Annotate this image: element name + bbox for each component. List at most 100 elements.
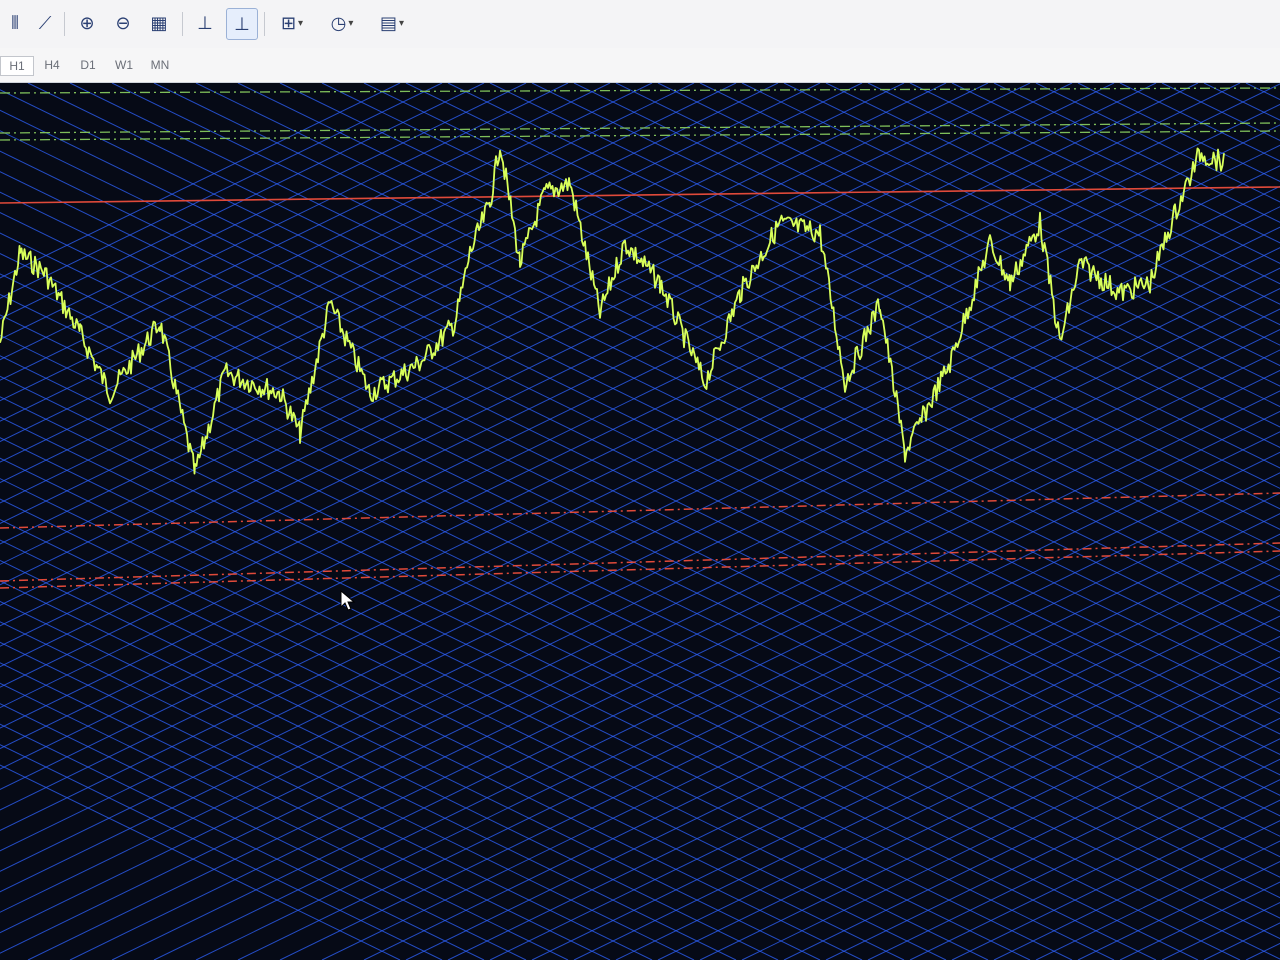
grid-line bbox=[0, 83, 947, 545]
zoom-out-icon[interactable]: ⊖ bbox=[108, 8, 138, 38]
grid-line bbox=[0, 247, 1280, 872]
grid-line bbox=[0, 518, 905, 960]
grid-line bbox=[1203, 83, 1280, 121]
autoscroll-icon[interactable]: ⊥ bbox=[226, 8, 258, 40]
timeframe-d1[interactable]: D1 bbox=[72, 56, 104, 74]
grid-line bbox=[0, 375, 1199, 960]
timeframe-h1[interactable]: H1 bbox=[0, 56, 34, 76]
green-dashed-level-2 bbox=[0, 130, 1280, 141]
grid-line bbox=[0, 83, 443, 299]
grid-line bbox=[867, 83, 1280, 285]
grid-line bbox=[0, 580, 779, 960]
grid-line bbox=[783, 83, 1280, 326]
grid-line bbox=[0, 83, 1199, 668]
grid-line bbox=[0, 478, 989, 960]
grid-line bbox=[0, 744, 443, 960]
grid-line bbox=[0, 314, 1280, 940]
grid-line bbox=[951, 83, 1280, 244]
grid-line bbox=[0, 498, 947, 960]
grid-line bbox=[0, 83, 821, 484]
grid-line bbox=[0, 232, 1280, 858]
chart-grid bbox=[0, 83, 1280, 960]
grid-line bbox=[0, 144, 1280, 770]
grid-line bbox=[0, 83, 1115, 627]
grid-line bbox=[0, 83, 653, 402]
template-icon[interactable]: ▤ bbox=[370, 8, 414, 38]
zoom-in-icon[interactable]: ⊕ bbox=[72, 8, 102, 38]
chart-shift-icon[interactable]: ⊥ bbox=[190, 8, 220, 38]
grid-line bbox=[0, 293, 1280, 919]
toolbar-separator bbox=[264, 12, 265, 36]
grid-line bbox=[1203, 922, 1280, 960]
grid-line bbox=[363, 513, 1280, 960]
grid-line bbox=[0, 83, 611, 381]
grid-line bbox=[0, 662, 611, 960]
line-chart-icon[interactable]: ⟋ bbox=[30, 8, 60, 38]
chart-canvas bbox=[0, 83, 1280, 960]
grid-line bbox=[0, 559, 821, 960]
grid-line bbox=[699, 83, 1280, 367]
grid-line bbox=[0, 83, 527, 340]
timeframe-w1[interactable]: W1 bbox=[108, 56, 140, 74]
add-indicator-icon[interactable]: ⊞ bbox=[270, 8, 314, 38]
grid-line bbox=[0, 457, 1031, 960]
grid-line bbox=[1119, 83, 1280, 162]
grid-icon[interactable]: ▦ bbox=[144, 8, 174, 38]
grid-line bbox=[0, 83, 695, 422]
grid-line bbox=[0, 212, 1280, 837]
grid-line bbox=[699, 676, 1280, 960]
mouse-cursor-icon bbox=[340, 590, 356, 611]
grid-line bbox=[0, 226, 1280, 852]
grid-line bbox=[0, 83, 1073, 606]
grid-line bbox=[0, 83, 1280, 709]
grid-line bbox=[0, 308, 1280, 934]
grid-line bbox=[0, 89, 1280, 715]
grid-line bbox=[279, 472, 1280, 960]
grid-line bbox=[783, 717, 1280, 960]
red-dashed-level-3 bbox=[0, 550, 1280, 589]
timeframe-bar: H1 H4 D1 W1 MN bbox=[0, 48, 1280, 83]
red-dashed-level-2 bbox=[0, 542, 1280, 582]
grid-line bbox=[447, 83, 1280, 489]
grid-line bbox=[363, 83, 1280, 530]
resistance-line[interactable] bbox=[0, 186, 1280, 204]
grid-line bbox=[0, 83, 779, 463]
grid-line bbox=[279, 83, 1280, 571]
grid-line bbox=[1035, 83, 1280, 203]
grid-line bbox=[0, 641, 653, 960]
grid-line bbox=[111, 390, 1280, 960]
clock-icon[interactable]: ◷ bbox=[320, 8, 364, 38]
price-chart[interactable] bbox=[0, 83, 1280, 960]
grid-line bbox=[447, 554, 1280, 960]
grid-line bbox=[0, 83, 989, 565]
grid-line bbox=[0, 600, 737, 960]
grid-line bbox=[195, 83, 1280, 612]
grid-line bbox=[0, 83, 737, 443]
toolbar-separator bbox=[182, 12, 183, 36]
grid-line bbox=[0, 416, 1115, 960]
grid-line bbox=[0, 267, 1280, 893]
grid-line bbox=[0, 288, 1280, 913]
toolbar: ⫴ ⟋ ⊕ ⊖ ▦ ⊥ ⊥ ⊞ ◷ ▤ bbox=[0, 0, 1280, 49]
grid-line bbox=[531, 595, 1280, 960]
timeframe-mn[interactable]: MN bbox=[144, 56, 176, 74]
grid-line bbox=[0, 191, 1280, 817]
grid-line bbox=[0, 130, 1280, 755]
grid-line bbox=[195, 431, 1280, 960]
grid-line bbox=[0, 273, 1280, 899]
grid-line bbox=[0, 171, 1280, 796]
grid-line bbox=[0, 103, 1280, 729]
grid-line bbox=[0, 328, 1280, 954]
timeframe-h4[interactable]: H4 bbox=[36, 56, 68, 74]
grid-line bbox=[0, 83, 905, 525]
grid-line bbox=[1119, 881, 1280, 960]
grid-line bbox=[867, 758, 1280, 960]
grid-line bbox=[0, 206, 1280, 831]
grid-line bbox=[0, 621, 695, 960]
grid-line bbox=[111, 83, 1280, 653]
grid-line bbox=[0, 437, 1073, 960]
grid-line bbox=[1035, 840, 1280, 960]
toolbar-separator bbox=[64, 12, 65, 36]
grid-line bbox=[0, 83, 1031, 586]
bar-chart-icon[interactable]: ⫴ bbox=[0, 8, 30, 38]
